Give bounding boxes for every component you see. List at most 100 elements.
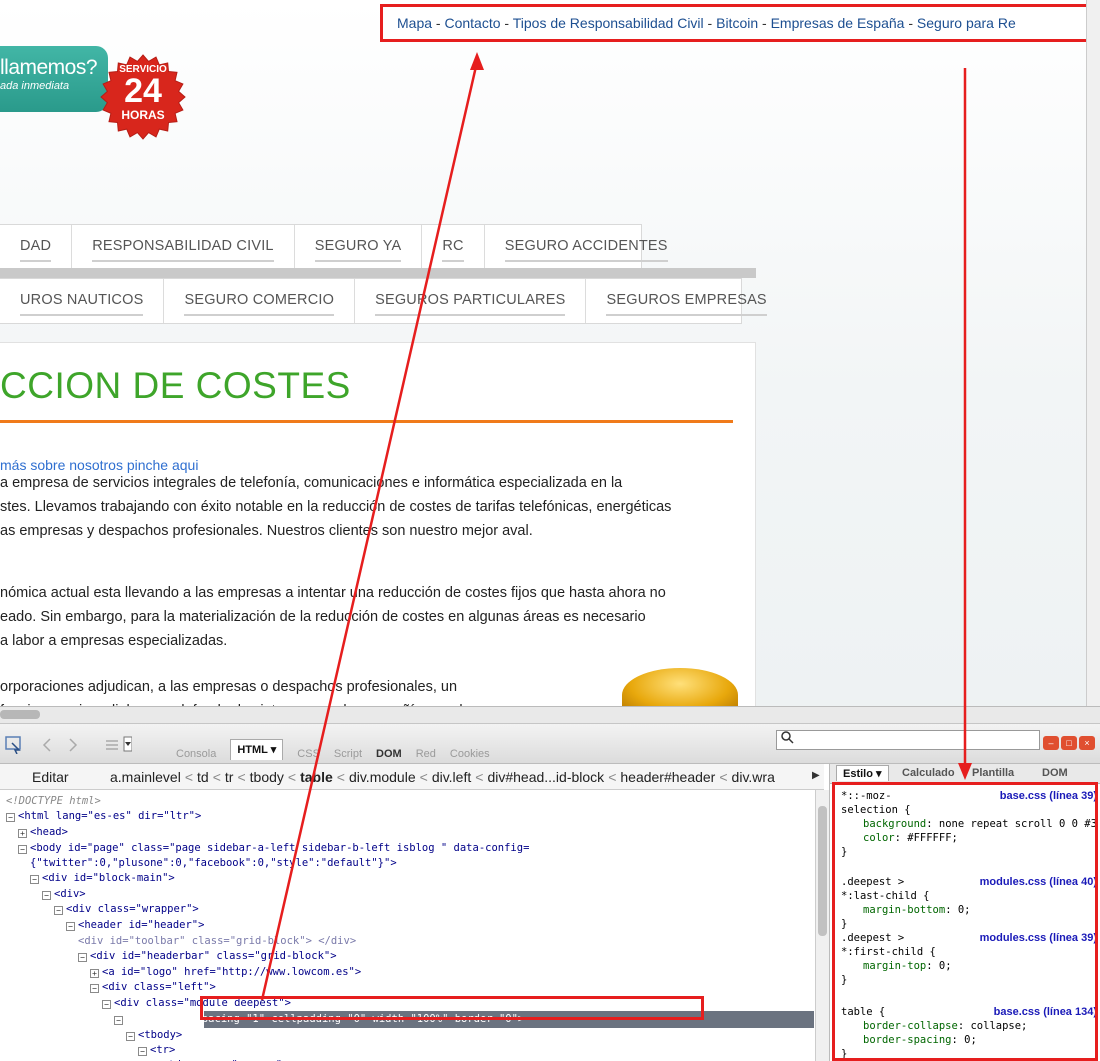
tree-node[interactable]: − <header id="header"> <box>66 918 204 933</box>
collapse-icon[interactable]: − <box>30 875 39 884</box>
nav-item[interactable]: SEGURO COMERCIO <box>164 279 356 323</box>
tree-node[interactable]: + <a id="logo" href="http://www.lowcom.es… <box>90 965 361 980</box>
edit-button[interactable]: Editar <box>32 769 69 785</box>
call-button-line2: ada inmediata <box>0 80 70 92</box>
collapse-icon[interactable]: − <box>66 922 75 931</box>
tree-node[interactable]: − <div class="wrapper"> <box>54 902 199 917</box>
detach-icon[interactable]: □ <box>1061 736 1077 750</box>
breadcrumb-item[interactable]: div.module <box>349 769 416 785</box>
window-controls: – □ × <box>1043 733 1100 750</box>
top-links-highlight: Mapa - Contacto - Tipos de Responsabilid… <box>380 4 1100 42</box>
firebug-search-input[interactable] <box>776 730 1040 750</box>
top-link[interactable]: Mapa <box>397 15 432 31</box>
tree-node[interactable]: − <tr> <box>138 1043 175 1058</box>
tree-node-text: <div id="headerbar" class="grid-block"> <box>90 950 337 962</box>
css-property[interactable]: border-spacing: 0; <box>841 1033 1095 1047</box>
collapse-icon[interactable]: − <box>138 1047 147 1056</box>
tree-node[interactable]: − <tbody> <box>126 1028 182 1043</box>
css-property[interactable]: border-collapse: collapse; <box>841 1019 1095 1033</box>
top-link[interactable]: Contacto <box>444 15 500 31</box>
breadcrumb-item[interactable]: tr <box>225 769 234 785</box>
css-property[interactable]: margin-top: 0; <box>841 959 1095 973</box>
forward-icon[interactable] <box>69 738 78 752</box>
firebug-tab[interactable]: DOM <box>376 748 402 760</box>
breadcrumb-item[interactable]: div.left <box>432 769 471 785</box>
css-rule-source-link[interactable]: base.css (línea 134) <box>994 1005 1095 1019</box>
breadcrumb-item[interactable]: a.mainlevel <box>110 769 181 785</box>
css-prop-value: 0; <box>964 1034 977 1046</box>
nav-item[interactable]: SEGUROS PARTICULARES <box>355 279 587 323</box>
top-link[interactable]: Empresas de España <box>771 15 905 31</box>
collapse-icon[interactable]: − <box>90 984 99 993</box>
firebug-tab[interactable]: Script <box>334 748 362 760</box>
expand-icon[interactable]: + <box>90 969 99 978</box>
tree-node[interactable]: − <body id="page" class="page sidebar-a-l… <box>18 841 529 856</box>
firebug-tab[interactable]: Cookies <box>450 748 490 760</box>
css-rule-source-link[interactable]: modules.css (línea 40) <box>980 875 1095 889</box>
minimize-icon[interactable]: – <box>1043 736 1059 750</box>
tree-node[interactable]: − <div class="left"> <box>90 980 216 995</box>
top-link[interactable]: Bitcoin <box>716 15 758 31</box>
dropdown-icon[interactable] <box>123 736 132 752</box>
side-tab[interactable]: Calculado <box>902 767 955 779</box>
nav-item[interactable]: SEGURO ACCIDENTES <box>485 225 688 269</box>
scroll-thumb[interactable] <box>818 806 827 936</box>
back-icon[interactable] <box>42 738 51 752</box>
collapse-icon[interactable]: − <box>126 1032 135 1041</box>
nav-item[interactable]: RESPONSABILIDAD CIVIL <box>72 225 295 269</box>
tree-node[interactable]: − <div> <box>42 887 86 902</box>
html-tree: <!DOCTYPE html> − <html lang="es-es" dir="… <box>0 790 815 1061</box>
breadcrumb-item[interactable]: tbody <box>250 769 284 785</box>
collapse-icon[interactable]: − <box>18 845 27 854</box>
breadcrumb-item[interactable]: div.wra <box>732 769 775 785</box>
nav-item[interactable]: DAD <box>0 225 73 269</box>
css-property[interactable]: color: #FFFFFF; <box>841 831 1095 845</box>
css-prop-name: border-collapse <box>863 1020 958 1032</box>
tree-node[interactable]: − <html lang="es-es" dir="ltr"> <box>6 809 201 824</box>
collapse-icon[interactable]: − <box>114 1016 123 1025</box>
panel-splitter[interactable] <box>0 706 1100 724</box>
tree-node[interactable]: + <head> <box>18 825 68 840</box>
breadcrumb-item[interactable]: header#header <box>620 769 715 785</box>
side-tab[interactable]: Plantilla <box>972 767 1014 779</box>
tree-node[interactable]: − <div id="block-main"> <box>30 871 175 886</box>
collapse-icon[interactable]: − <box>78 953 87 962</box>
collapse-icon[interactable]: − <box>6 813 15 822</box>
nav-item[interactable]: SEGUROS EMPRESAS <box>586 279 786 323</box>
css-rule-source-link[interactable]: modules.css (línea 39) <box>980 931 1095 945</box>
side-tab[interactable]: DOM <box>1042 767 1068 779</box>
breadcrumb-item[interactable]: td <box>197 769 209 785</box>
firebug-tab[interactable]: Red <box>416 748 436 760</box>
nav-item[interactable]: UROS NAUTICOS <box>0 279 165 323</box>
breadcrumb-scroll-right-icon[interactable]: ▶ <box>812 770 820 781</box>
close-icon[interactable]: × <box>1079 736 1095 750</box>
collapse-icon[interactable]: − <box>102 1000 111 1009</box>
collapse-icon[interactable]: − <box>54 906 63 915</box>
firebug-tab[interactable]: Consola <box>176 748 216 760</box>
side-tab[interactable]: Estilo ▾ <box>836 765 889 781</box>
top-link[interactable]: Seguro para Re <box>917 15 1016 31</box>
nav-item[interactable]: SEGURO YA <box>295 225 423 269</box>
breadcrumb-item[interactable]: table <box>300 769 333 785</box>
css-property[interactable]: background: none repeat scroll 0 0 #3399… <box>841 817 1095 831</box>
nav-item[interactable]: RC <box>422 225 485 269</box>
tree-node[interactable]: <div id="toolbar" class="grid-block"> </… <box>78 934 356 949</box>
expand-icon[interactable]: + <box>18 829 27 838</box>
list-icon[interactable] <box>106 740 118 750</box>
breadcrumb-item[interactable]: div#head...id-block <box>487 769 604 785</box>
tree-node[interactable]: <!DOCTYPE html> <box>6 794 101 809</box>
page-vertical-scrollbar[interactable] <box>1086 0 1100 706</box>
horizontal-scroll-thumb[interactable] <box>0 710 40 719</box>
tree-node[interactable]: {"twitter":0,"plusone":0,"facebook":0,"s… <box>30 856 397 871</box>
html-tree-scrollbar[interactable] <box>815 790 829 1061</box>
css-rule-source-link[interactable]: base.css (línea 39) <box>1000 789 1095 803</box>
css-property[interactable]: margin-bottom: 0; <box>841 903 1095 917</box>
call-me-button[interactable]: llamemos? ada inmediata <box>0 46 108 112</box>
inspect-icon[interactable] <box>5 736 21 754</box>
top-link[interactable]: Tipos de Responsabilidad Civil <box>513 15 704 31</box>
paragraph-line: nómica actual esta llevando a las empres… <box>0 585 666 601</box>
tree-node[interactable]: − <div id="headerbar" class="grid-block"> <box>78 949 337 964</box>
firebug-tab[interactable]: HTML ▾ <box>230 739 284 760</box>
collapse-icon[interactable]: − <box>42 891 51 900</box>
firebug-tab[interactable]: CSS <box>297 748 320 760</box>
